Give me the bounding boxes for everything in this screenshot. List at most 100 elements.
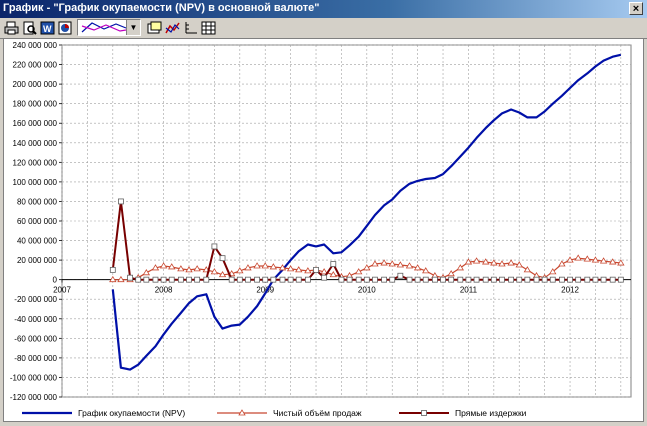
chart-type-icon[interactable]: [164, 20, 181, 36]
series-3-point: [448, 276, 455, 283]
series-3-point: [254, 276, 260, 283]
series-3-point: [533, 276, 540, 283]
close-button[interactable]: ×: [629, 2, 643, 15]
series-3-point: [270, 276, 277, 283]
series-3-point: [617, 276, 624, 283]
word-export-icon[interactable]: W: [39, 20, 56, 36]
series-3-point: [287, 276, 294, 283]
series-3-point: [321, 274, 328, 281]
y-tick-label: -120 000 000: [10, 393, 58, 402]
print-preview-icon[interactable]: [21, 20, 38, 36]
y-tick-label: 140 000 000: [13, 139, 58, 148]
series-3-point: [355, 276, 362, 283]
y-tick-label: 160 000 000: [13, 119, 58, 128]
y-tick-label: 0: [53, 276, 58, 285]
series-3-point: [414, 276, 421, 283]
series-3-point: [135, 276, 142, 283]
legend-marker-square: [421, 410, 427, 416]
series-3-point: [516, 276, 523, 283]
series-3-point: [118, 198, 124, 205]
series-3-point: [372, 276, 378, 283]
y-tick-label: -80 000 000: [14, 354, 57, 363]
x-tick-label: 2007: [53, 286, 71, 295]
properties-icon[interactable]: [146, 20, 163, 36]
series-3-point: [440, 276, 446, 283]
chart-style-preview-icon: [81, 22, 127, 33]
series-3-point: [389, 276, 396, 283]
legend-label-2: Чистый объём продаж: [273, 408, 362, 418]
toolbar: W ▼: [0, 18, 647, 39]
series-3-point: [109, 266, 116, 273]
y-tick-label: 200 000 000: [13, 80, 58, 89]
axis-icon[interactable]: [182, 20, 199, 36]
series-3-point: [211, 243, 218, 250]
series-3-point: [473, 276, 480, 283]
y-tick-label: 40 000 000: [17, 237, 58, 246]
legend-label-1: График окупаемости (NPV): [78, 408, 185, 418]
series-3-point: [279, 276, 286, 283]
series-3-point: [431, 276, 438, 283]
y-tick-label: 100 000 000: [13, 178, 58, 187]
series-3-point: [524, 276, 531, 283]
series-3-point: [406, 276, 413, 283]
chart-style-combo[interactable]: ▼: [77, 19, 141, 36]
series-3-point: [584, 276, 591, 283]
y-tick-label: -40 000 000: [14, 315, 57, 324]
y-tick-label: -20 000 000: [14, 295, 57, 304]
series-3-point: [457, 276, 464, 283]
x-tick-label: 2008: [155, 286, 173, 295]
x-tick-label: 2011: [460, 286, 478, 295]
series-3-point: [152, 276, 159, 283]
series-3-point: [499, 276, 505, 283]
series-3-point: [219, 255, 226, 262]
series-3-point: [575, 276, 582, 283]
series-3-point: [262, 276, 269, 283]
y-tick-label: -100 000 000: [10, 373, 58, 382]
series-3-point: [245, 276, 251, 283]
chart-panel: 240 000 000 220 000 000 200 000 000 180 000…: [3, 38, 644, 422]
title-bar: График - "График окупаемости (NPV) в осн…: [0, 0, 647, 18]
window-title: График - "График окупаемости (NPV) в осн…: [3, 2, 320, 14]
legend-label-3: Прямые издержки: [455, 408, 527, 418]
series-3-point: [203, 276, 210, 283]
series-3-point: [592, 276, 599, 283]
y-tick-label: 80 000 000: [17, 197, 58, 206]
y-tick-label: 120 000 000: [13, 158, 58, 167]
series-3-point: [381, 276, 387, 283]
npv-chart: 240 000 000 220 000 000 200 000 000 180 000…: [10, 41, 632, 418]
series-3-point: [330, 261, 337, 267]
series-3-point: [465, 276, 472, 283]
y-tick-label: 240 000 000: [13, 41, 58, 50]
series-3-point: [236, 276, 243, 283]
table-icon[interactable]: [200, 20, 217, 36]
series-3-point: [127, 274, 133, 281]
series-3-point: [422, 276, 429, 283]
series-3-point: [295, 276, 302, 283]
series-3-point: [304, 276, 311, 283]
series-3-point: [609, 276, 616, 283]
y-tick-label: -60 000 000: [14, 334, 57, 343]
chevron-down-icon[interactable]: ▼: [126, 20, 140, 35]
series-3-point: [549, 276, 556, 283]
series-3-point: [177, 276, 184, 283]
series-3-point: [397, 272, 404, 279]
series-3-point: [338, 276, 345, 283]
series-3-point: [160, 276, 167, 283]
series-3-point: [313, 266, 319, 273]
series-3-point: [567, 276, 573, 283]
series-3-point: [346, 276, 353, 283]
series-3-point: [541, 276, 548, 283]
series-3-point: [559, 276, 565, 283]
print-icon[interactable]: [3, 20, 20, 36]
series-3-point: [186, 276, 192, 283]
series-3-point: [508, 276, 515, 283]
series-3-point: [490, 276, 497, 283]
svg-text:W: W: [43, 24, 52, 34]
y-tick-label: 60 000 000: [17, 217, 58, 226]
x-tick-label: 2012: [561, 286, 579, 295]
series-3-point: [600, 276, 607, 283]
y-tick-label: 20 000 000: [17, 256, 58, 265]
chart-export-icon[interactable]: [57, 20, 74, 36]
series-3-point: [194, 276, 201, 283]
y-tick-label: 180 000 000: [13, 100, 58, 109]
